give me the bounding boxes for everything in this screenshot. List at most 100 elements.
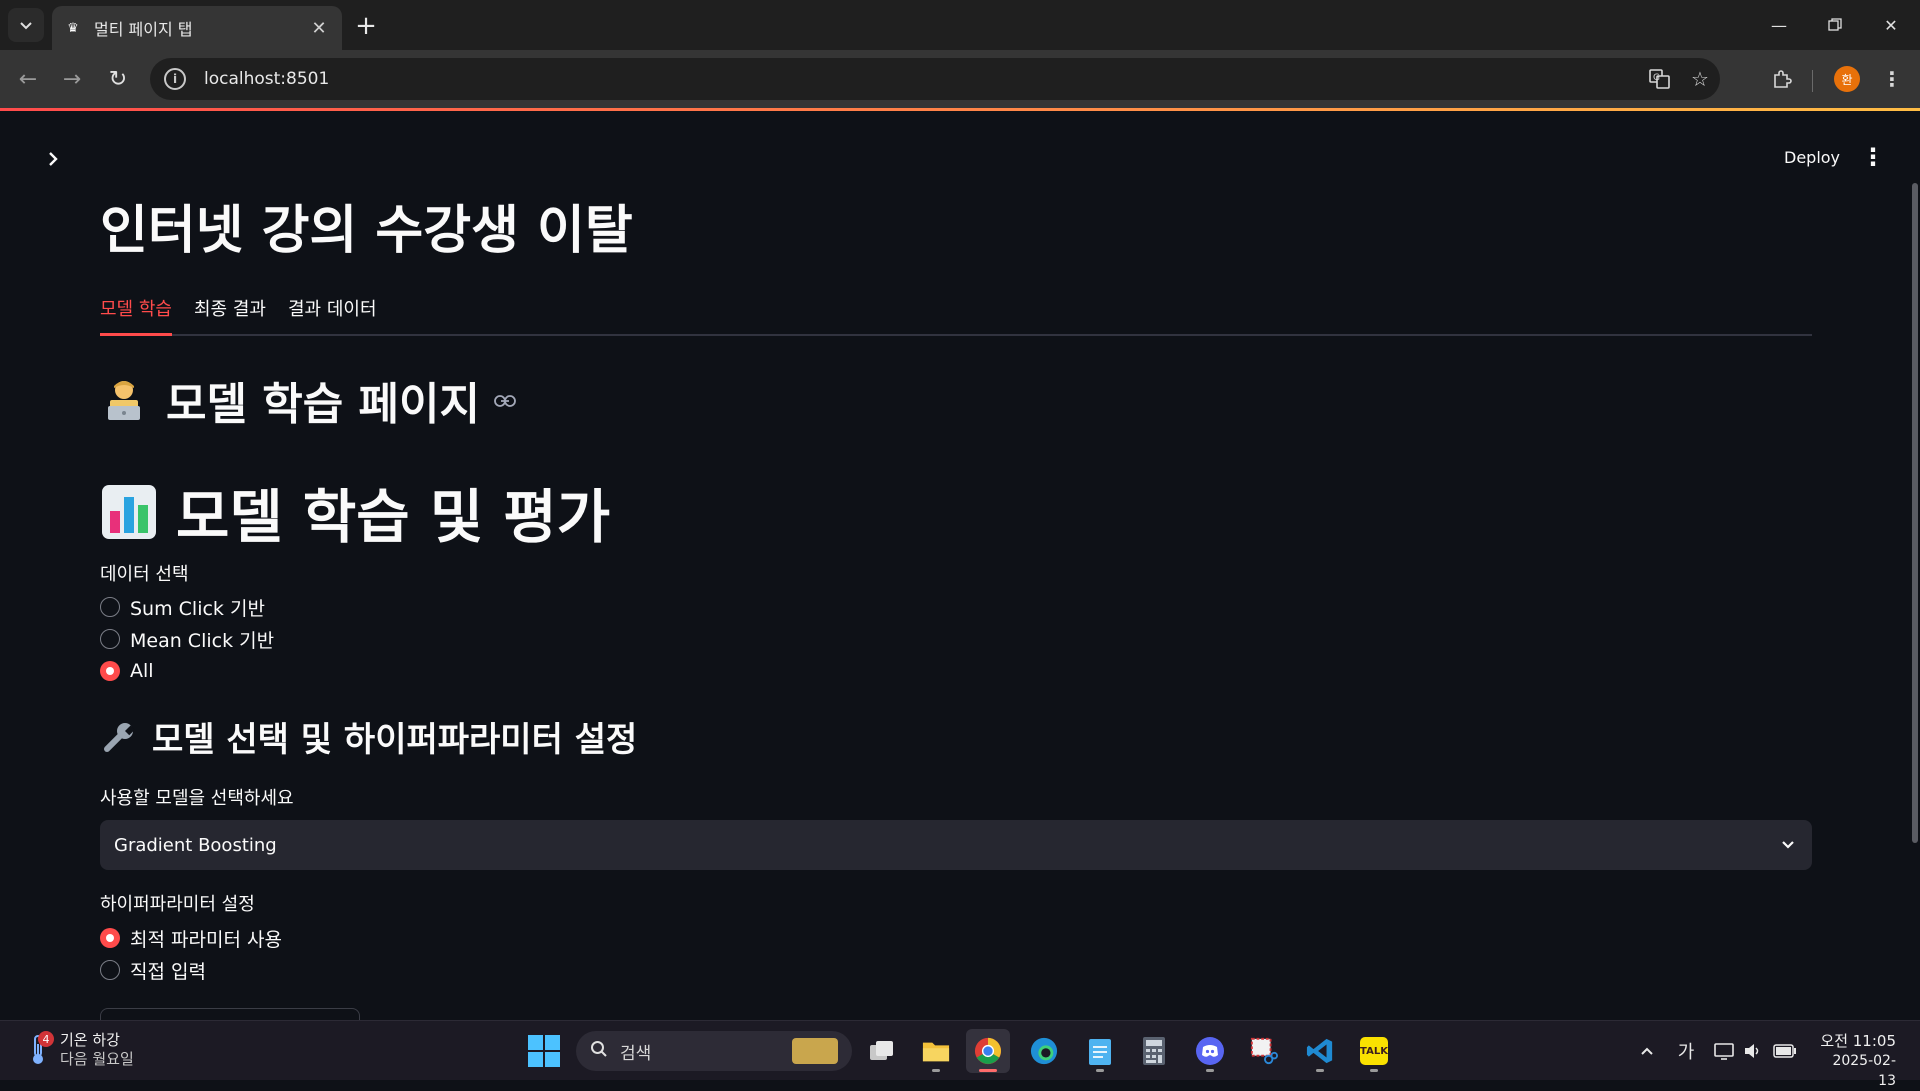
restore-icon [1828,18,1842,31]
edge-icon[interactable] [1022,1029,1066,1073]
radio-circle[interactable] [100,960,120,980]
ime-indicator[interactable]: 가 [1674,1037,1698,1065]
volume-icon[interactable] [1742,1037,1762,1065]
url-text[interactable]: localhost:8501 [204,69,1640,89]
radio-sum-click[interactable]: Sum Click 기반 [100,593,265,621]
model-select-label: 사용할 모델을 선택하세요 [100,788,294,809]
weather-headline: 기온 하강 [60,1031,120,1049]
tab-result-data[interactable]: 결과 데이터 [288,292,377,336]
file-explorer-icon[interactable] [914,1029,958,1073]
technologist-emoji-icon [100,376,148,424]
radio-circle-selected[interactable] [100,928,120,948]
search-highlight-image [792,1038,838,1064]
deploy-button[interactable]: Deploy [1772,140,1852,174]
running-indicator [1370,1069,1378,1072]
task-view-icon[interactable] [860,1029,904,1073]
svg-text:G: G [1653,73,1660,83]
taskbar-search[interactable]: 검색 [576,1031,852,1071]
hyperparam-label: 하이퍼파라미터 설정 [100,894,255,915]
radio-mean-click[interactable]: Mean Click 기반 [100,625,274,653]
thermometer-icon: 4 [26,1031,54,1067]
forward-arrow-icon[interactable]: → [54,62,90,96]
wrench-emoji-icon [100,718,138,756]
model-heading: 모델 선택 및 하이퍼파라미터 설정 [100,712,637,761]
search-placeholder: 검색 [620,1043,652,1064]
radio-manual-input[interactable]: 직접 입력 [100,956,206,984]
main-menu-icon[interactable]: ⋮ [1856,140,1890,174]
kakaotalk-icon[interactable]: TALK [1352,1029,1396,1073]
radio-label: Sum Click 기반 [130,597,265,620]
section-heading: 모델 학습 및 평가 [100,470,610,554]
bookmark-star-icon[interactable]: ☆ [1680,59,1720,99]
tab-model-training[interactable]: 모델 학습 [100,292,172,336]
minimize-button[interactable]: — [1750,0,1808,50]
model-select-value: Gradient Boosting [114,834,277,856]
radio-circle[interactable] [100,629,120,649]
profile-avatar[interactable]: 환 [1834,66,1860,92]
restore-button[interactable] [1806,0,1864,50]
calculator-icon[interactable] [1132,1029,1176,1073]
header-decoration-bar [0,108,1920,111]
reload-icon[interactable]: ↻ [100,62,136,96]
page-title: 인터넷 강의 수강생 이탈 [100,201,633,261]
browser-tab[interactable]: ♛ 멀티 페이지 탭 ✕ [52,6,342,50]
back-arrow-icon[interactable]: ← [10,62,46,96]
address-bar[interactable]: i localhost:8501 G ☆ [150,58,1720,100]
model-selectbox[interactable]: Gradient Boosting [100,820,1812,870]
tray-overflow-chevron-icon[interactable] [1636,1037,1658,1065]
weather-widget[interactable]: 4 기온 하강 다음 월요일 [26,1031,134,1069]
taskbar: 4 기온 하강 다음 월요일 검색 TALK 가 오전 11:05 2025-0… [0,1020,1920,1089]
new-tab-button[interactable]: + [350,10,382,42]
toolbar-divider [1812,70,1813,92]
notepad-icon[interactable] [1078,1029,1122,1073]
app-viewport: Deploy ⋮ 인터넷 강의 수강생 이탈 모델 학습 최종 결과 결과 데이… [0,108,1920,1020]
radio-label: 직접 입력 [130,960,206,983]
radio-all[interactable]: All [100,657,154,685]
radio-label: All [130,660,154,682]
running-indicator [1096,1069,1104,1072]
browser-menu-icon[interactable]: ⋮ [1874,62,1910,96]
section-heading-text: 모델 학습 및 평가 [176,483,611,551]
data-select-label: 데이터 선택 [100,564,189,585]
search-icon [590,1039,608,1063]
running-indicator [932,1069,940,1072]
network-icon[interactable] [1712,1037,1736,1065]
radio-label: 최적 파라미터 사용 [130,928,282,951]
discord-icon[interactable] [1188,1029,1232,1073]
weather-subline: 다음 월요일 [60,1050,134,1068]
clock-time: 오전 11:05 [1820,1032,1896,1050]
tab-search-button[interactable] [8,8,44,42]
system-clock[interactable]: 오전 11:05 2025-02-13 [1816,1031,1896,1091]
extensions-icon[interactable] [1764,62,1800,96]
radio-label: Mean Click 기반 [130,629,275,652]
clock-date: 2025-02-13 [1832,1053,1896,1089]
windows-start-icon[interactable] [526,1033,562,1069]
radio-best-params[interactable]: 최적 파라미터 사용 [100,924,282,952]
chevron-down-icon[interactable] [1778,835,1798,855]
bar-chart-emoji-icon [100,483,158,541]
battery-icon[interactable] [1772,1037,1798,1065]
chevron-down-icon [20,22,32,30]
tab-title: 멀티 페이지 탭 [94,20,193,39]
sidebar-expand-icon[interactable] [40,146,66,172]
tab-bar: 모델 학습 최종 결과 결과 데이터 [100,292,1812,336]
close-window-button[interactable]: ✕ [1862,0,1920,50]
translate-icon[interactable]: G [1640,59,1680,99]
partially-visible-element[interactable] [100,1008,360,1020]
snipping-tool-icon[interactable] [1242,1029,1286,1073]
model-heading-text: 모델 선택 및 하이퍼파라미터 설정 [152,720,638,760]
vscode-icon[interactable] [1298,1029,1342,1073]
radio-circle-selected[interactable] [100,661,120,681]
close-icon[interactable]: ✕ [308,17,330,39]
crown-icon: ♛ [67,20,79,36]
browser-tabstrip: ♛ 멀티 페이지 탭 ✕ + — ✕ [0,0,1920,50]
chrome-icon[interactable] [966,1029,1010,1073]
link-icon[interactable] [494,388,516,413]
page-heading-text: 모델 학습 페이지 [166,379,480,430]
running-indicator [979,1069,997,1072]
running-indicator [1316,1069,1324,1072]
radio-circle[interactable] [100,597,120,617]
site-info-icon[interactable]: i [164,68,186,90]
tab-final-results[interactable]: 최종 결과 [194,292,266,336]
scrollbar[interactable] [1912,183,1918,843]
